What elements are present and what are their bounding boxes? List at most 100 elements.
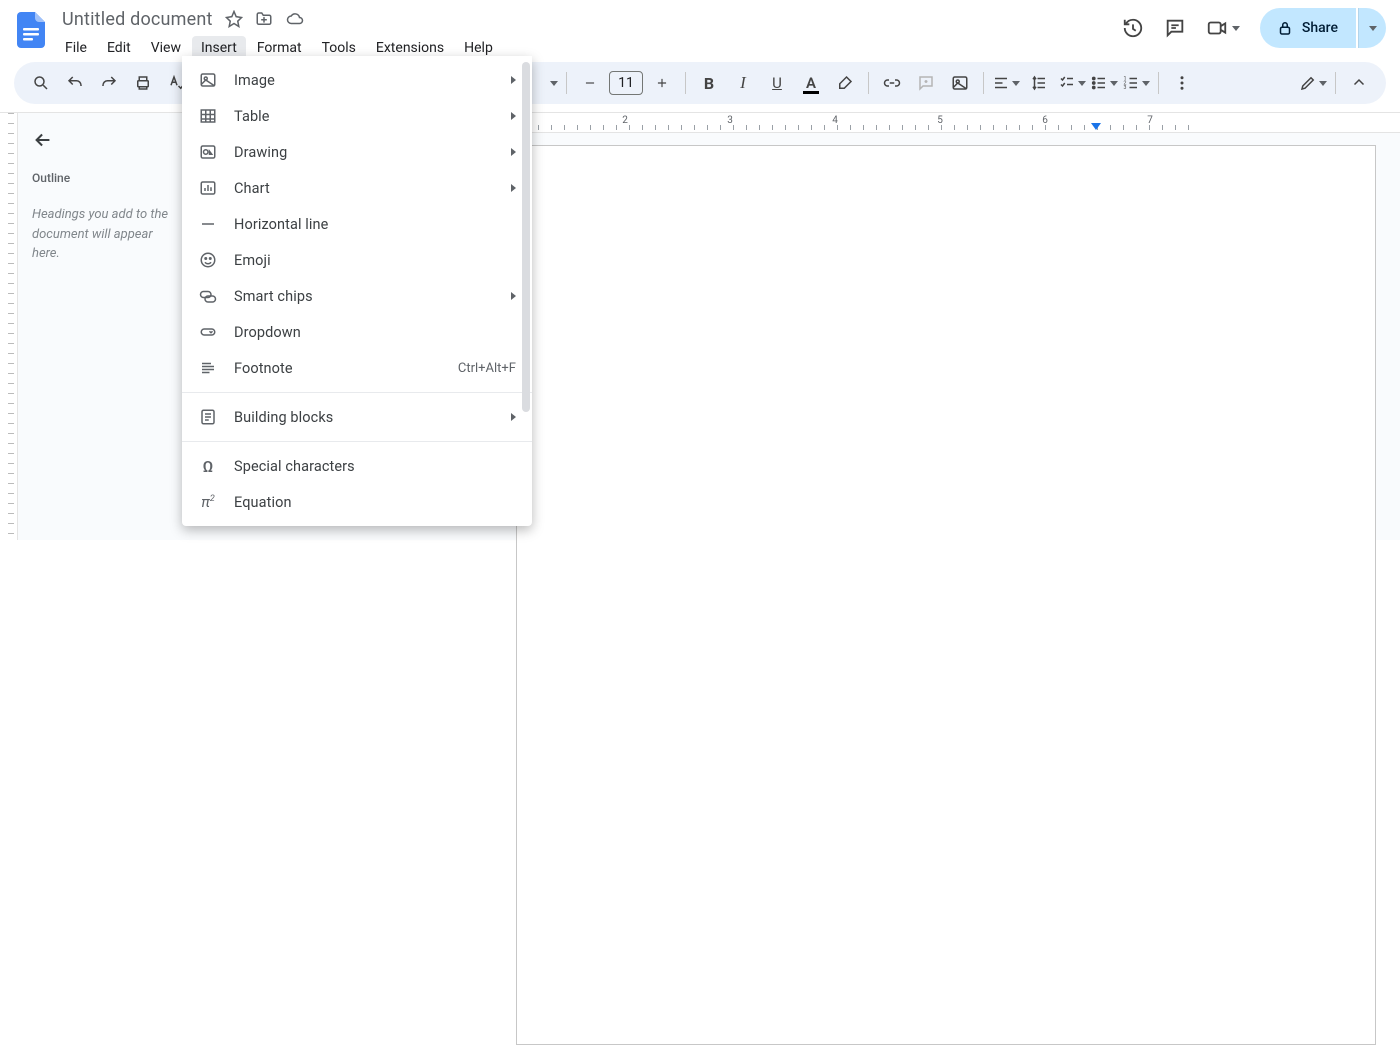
menu-separator <box>182 392 532 393</box>
move-icon[interactable] <box>255 10 273 28</box>
share-dropdown[interactable] <box>1358 8 1386 48</box>
menu-item-label: Building blocks <box>234 409 495 426</box>
lock-icon <box>1276 19 1294 37</box>
menu-item-label: Image <box>234 72 495 89</box>
print-icon[interactable] <box>128 68 158 98</box>
outline-title: Outline <box>32 171 182 185</box>
pi-icon: π2 <box>198 493 218 511</box>
insert-omega[interactable]: Ω Special characters <box>182 448 532 484</box>
italic-button[interactable]: I <box>728 68 758 98</box>
submenu-arrow-icon <box>511 292 516 300</box>
text-color-button[interactable]: A <box>796 68 826 98</box>
share-button[interactable]: Share <box>1260 8 1356 48</box>
comments-icon[interactable] <box>1164 17 1186 39</box>
vertical-ruler[interactable] <box>0 113 18 540</box>
outline-panel: Outline Headings you add to the document… <box>18 113 196 540</box>
document-title[interactable]: Untitled document <box>62 9 213 30</box>
numbered-list-dropdown[interactable]: 123 <box>1122 74 1150 92</box>
insert-image-icon[interactable] <box>945 68 975 98</box>
dropdown-scrollbar[interactable] <box>522 62 530 412</box>
insert-emoji[interactable]: Emoji <box>182 242 532 278</box>
title-area: Untitled document File Edit View Insert … <box>56 6 1122 62</box>
editing-mode-dropdown[interactable] <box>1299 74 1327 92</box>
menu-item-label: Dropdown <box>234 324 516 341</box>
insert-table[interactable]: Table <box>182 98 532 134</box>
line-spacing-icon[interactable] <box>1024 68 1054 98</box>
hr-icon <box>198 215 218 233</box>
insert-link-icon[interactable] <box>877 68 907 98</box>
chart-icon <box>198 179 218 197</box>
highlight-button[interactable] <box>830 68 860 98</box>
insert-footnote[interactable]: Footnote Ctrl+Alt+F <box>182 350 532 386</box>
insert-chart[interactable]: Chart <box>182 170 532 206</box>
add-comment-icon[interactable] <box>911 68 941 98</box>
svg-text:3: 3 <box>1124 85 1127 91</box>
bullet-list-dropdown[interactable] <box>1090 74 1118 92</box>
submenu-arrow-icon <box>511 184 516 192</box>
menu-item-label: Footnote <box>234 360 442 377</box>
chevron-down-icon <box>1232 26 1240 31</box>
insert-image[interactable]: Image <box>182 62 532 98</box>
menu-item-label: Horizontal line <box>234 216 516 233</box>
decrease-font-icon[interactable] <box>575 68 605 98</box>
checklist-dropdown[interactable] <box>1058 74 1086 92</box>
shortcut-label: Ctrl+Alt+F <box>458 361 516 376</box>
insert-chips[interactable]: Smart chips <box>182 278 532 314</box>
insert-hr[interactable]: Horizontal line <box>182 206 532 242</box>
menu-item-label: Chart <box>234 180 495 197</box>
blocks-icon <box>198 408 218 426</box>
header-actions: Share <box>1122 6 1386 50</box>
image-icon <box>198 71 218 89</box>
table-icon <box>198 107 218 125</box>
ruler-tick: 3 <box>727 115 733 126</box>
history-icon[interactable] <box>1122 17 1144 39</box>
menu-edit[interactable]: Edit <box>98 36 140 60</box>
insert-menu-dropdown: Image Table Drawing Chart Horizontal line Emo… <box>182 56 532 526</box>
submenu-arrow-icon <box>511 148 516 156</box>
ruler-tick: 2 <box>622 115 628 126</box>
bold-button[interactable]: B <box>694 68 724 98</box>
menu-item-label: Drawing <box>234 144 495 161</box>
redo-icon[interactable] <box>94 68 124 98</box>
submenu-arrow-icon <box>511 413 516 421</box>
dropdown-icon <box>198 323 218 341</box>
menu-item-label: Table <box>234 108 495 125</box>
outline-empty-hint: Headings you add to the document will ap… <box>32 205 182 264</box>
chevron-down-icon <box>1369 26 1377 31</box>
insert-pi[interactable]: π2 Equation <box>182 484 532 520</box>
omega-icon: Ω <box>198 457 218 476</box>
insert-dropdown[interactable]: Dropdown <box>182 314 532 350</box>
align-dropdown[interactable] <box>992 74 1020 92</box>
search-icon[interactable] <box>26 68 56 98</box>
drawing-icon <box>198 143 218 161</box>
close-outline-icon[interactable] <box>32 129 182 151</box>
chevron-down-icon[interactable] <box>550 81 558 86</box>
submenu-arrow-icon <box>511 76 516 84</box>
cloud-status-icon[interactable] <box>285 10 305 28</box>
font-size-input[interactable]: 11 <box>609 71 643 95</box>
app-header: Untitled document File Edit View Insert … <box>0 0 1400 58</box>
submenu-arrow-icon <box>511 112 516 120</box>
chips-icon <box>198 287 218 305</box>
undo-icon[interactable] <box>60 68 90 98</box>
share-label: Share <box>1302 20 1338 36</box>
menu-item-label: Emoji <box>234 252 516 269</box>
menu-separator <box>182 441 532 442</box>
document-page[interactable] <box>516 145 1376 1045</box>
underline-button[interactable]: U <box>762 68 792 98</box>
menu-file[interactable]: File <box>56 36 96 60</box>
docs-logo-icon[interactable] <box>14 8 48 52</box>
increase-font-icon[interactable] <box>647 68 677 98</box>
meet-icon[interactable] <box>1206 17 1240 39</box>
footnote-icon <box>198 359 218 377</box>
more-icon[interactable] <box>1167 68 1197 98</box>
insert-drawing[interactable]: Drawing <box>182 134 532 170</box>
menu-item-label: Equation <box>234 494 516 511</box>
menu-item-label: Special characters <box>234 458 516 475</box>
emoji-icon <box>198 251 218 269</box>
star-icon[interactable] <box>225 10 243 28</box>
collapse-toolbar-icon[interactable] <box>1344 68 1374 98</box>
menu-item-label: Smart chips <box>234 288 495 305</box>
insert-blocks[interactable]: Building blocks <box>182 399 532 435</box>
indent-marker-icon[interactable] <box>1091 123 1101 130</box>
